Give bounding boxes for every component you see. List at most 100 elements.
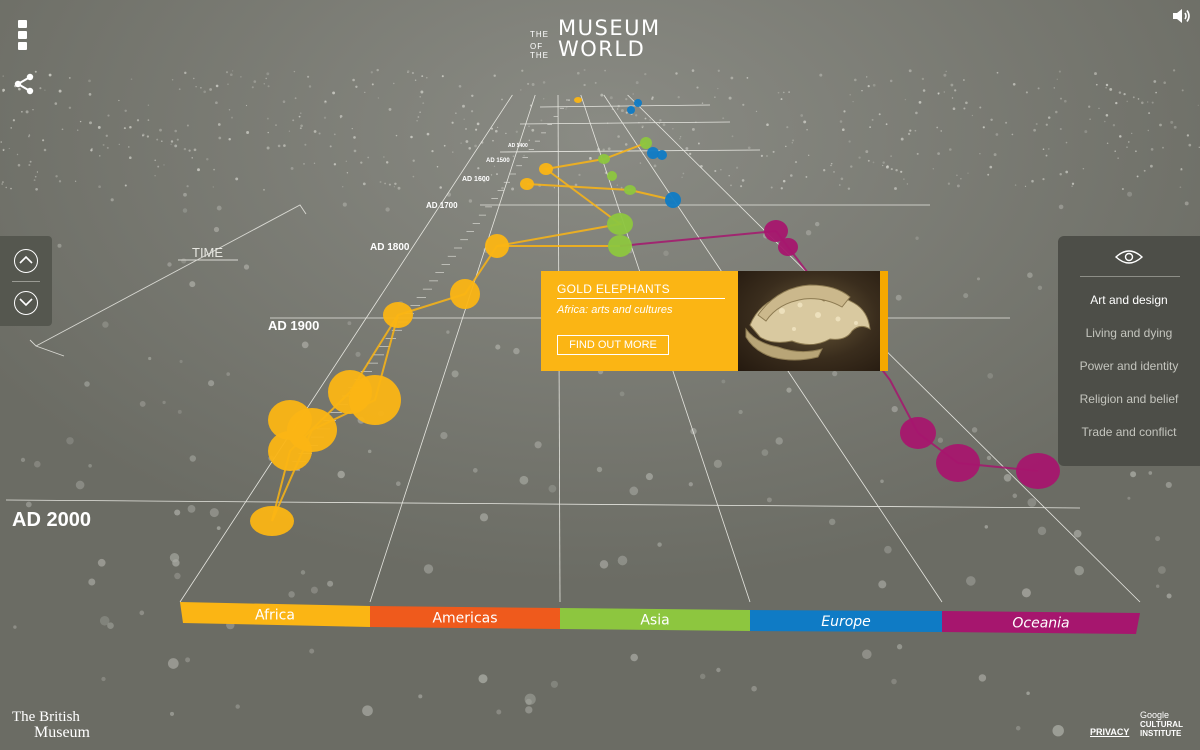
dust-particle (1, 183, 4, 185)
object-dot-europe[interactable] (647, 147, 659, 159)
object-dot-africa[interactable] (450, 279, 480, 309)
object-dot-asia[interactable] (598, 154, 610, 164)
dust-particle (588, 156, 592, 160)
dust-particle (728, 96, 732, 100)
card-accent-strip (880, 271, 888, 371)
region-africa[interactable]: Africa (180, 602, 370, 627)
object-dot-africa[interactable] (383, 302, 413, 328)
dust-particle (1150, 164, 1153, 168)
filter-item-religion-and-belief[interactable]: Religion and belief (1058, 392, 1200, 406)
dust-particle (301, 341, 309, 349)
dust-particle (962, 79, 965, 81)
dust-particle (1106, 142, 1109, 145)
dust-particle (714, 96, 716, 98)
object-thumbnail[interactable] (738, 271, 880, 371)
object-dot-asia[interactable] (608, 235, 632, 257)
dust-particle (791, 142, 793, 144)
dust-particle (377, 97, 380, 99)
region-asia[interactable]: Asia (560, 608, 750, 631)
object-dot-oceania[interactable] (936, 444, 980, 482)
year-label: AD 1500 (486, 158, 510, 164)
object-dot-africa[interactable] (268, 400, 312, 440)
google-cultural-institute-logo[interactable]: Google CULTURAL INSTITUTE (1140, 711, 1183, 739)
dust-particle (839, 184, 841, 186)
object-dot-oceania[interactable] (1016, 453, 1060, 489)
dust-particle (107, 114, 110, 117)
object-dot-oceania[interactable] (900, 417, 936, 449)
dust-particle (130, 78, 133, 80)
share-button[interactable] (12, 72, 38, 98)
dust-particle (794, 161, 798, 164)
object-dot-asia[interactable] (607, 213, 633, 235)
dust-particle (862, 649, 872, 660)
dust-particle (1025, 91, 1028, 94)
object-dot-africa[interactable] (520, 178, 534, 190)
region-oceania[interactable]: Oceania (942, 611, 1140, 634)
object-dot-africa[interactable] (574, 97, 582, 103)
dust-particle (124, 109, 127, 113)
dust-particle (128, 146, 130, 148)
gold-elephants-image (745, 284, 871, 361)
object-dot-asia[interactable] (640, 137, 652, 149)
dust-particle (29, 160, 32, 163)
filter-item-art-and-design[interactable]: Art and design (1058, 293, 1200, 307)
dust-particle (1143, 169, 1146, 172)
dust-particle (172, 559, 180, 567)
dust-particle (1165, 481, 1172, 488)
share-icon (14, 73, 34, 95)
dust-particle (841, 128, 845, 132)
dust-particle (170, 140, 174, 143)
object-dot-africa[interactable] (250, 506, 294, 536)
filter-item-trade-and-conflict[interactable]: Trade and conflict (1058, 425, 1200, 439)
object-dot-europe[interactable] (627, 106, 635, 114)
region-label: Americas (432, 611, 497, 627)
dust-particle (129, 156, 132, 159)
timeline-scene[interactable]: TIME AD 2000 AD 1900 AD 1800 AD 1700 AD 1600… (0, 0, 1200, 750)
dust-particle (1058, 204, 1064, 210)
dust-particle (624, 143, 628, 146)
dust-particle (716, 667, 721, 673)
object-dot-europe[interactable] (665, 192, 681, 208)
dust-particle (195, 86, 197, 88)
dust-particle (492, 139, 494, 142)
dust-particle (493, 165, 496, 167)
dust-particle (215, 101, 218, 105)
dust-particle (963, 293, 969, 299)
object-info-card[interactable]: GOLD ELEPHANTS Africa: arts and cultures… (541, 271, 888, 371)
find-out-more-button[interactable]: FIND OUT MORE (557, 335, 669, 355)
object-dot-asia[interactable] (624, 185, 636, 195)
logo-the: THE (530, 30, 549, 39)
filter-item-power-and-identity[interactable]: Power and identity (1058, 359, 1200, 373)
dust-particle (58, 89, 62, 93)
object-dot-africa[interactable] (349, 375, 401, 425)
object-dot-asia[interactable] (607, 171, 617, 181)
dust-particle (1074, 565, 1084, 576)
site-logo[interactable]: THE MUSEUM OF THE WORLD (530, 18, 670, 61)
dust-particle (915, 236, 919, 240)
dust-particle (1126, 146, 1128, 148)
region-americas[interactable]: Americas (370, 606, 560, 629)
dust-particle (525, 706, 533, 714)
view-toggle-button[interactable] (1114, 248, 1144, 266)
sound-button[interactable] (1172, 8, 1194, 26)
object-dot-europe[interactable] (634, 99, 642, 107)
region-europe[interactable]: Europe (750, 610, 942, 632)
dust-particle (1157, 566, 1166, 574)
british-museum-logo[interactable]: The British Museum (12, 710, 90, 741)
time-up-button[interactable] (14, 249, 38, 273)
dust-particle (313, 130, 317, 133)
dust-particle (1179, 186, 1182, 189)
time-down-button[interactable] (14, 291, 38, 315)
filter-item-living-and-dying[interactable]: Living and dying (1058, 326, 1200, 340)
dust-particle (266, 72, 270, 76)
object-dot-europe[interactable] (657, 150, 667, 160)
object-dot-africa[interactable] (485, 234, 509, 258)
dust-particle (97, 125, 101, 129)
dust-particle (943, 73, 947, 77)
menu-button[interactable] (16, 20, 30, 54)
dust-particle (1088, 105, 1091, 108)
object-dot-africa[interactable] (539, 163, 553, 175)
object-dot-oceania[interactable] (778, 238, 798, 256)
dust-particle (1071, 182, 1075, 185)
privacy-link[interactable]: PRIVACY (1090, 727, 1129, 737)
